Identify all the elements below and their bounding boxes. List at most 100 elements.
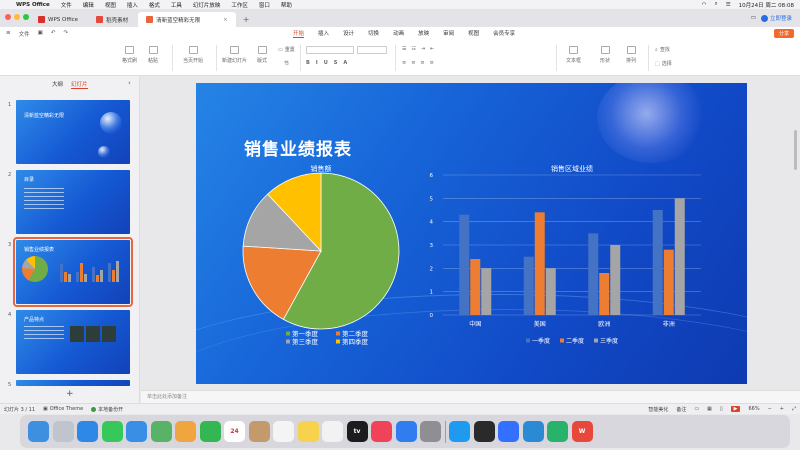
ribbon-tab-transition[interactable]: 切换 [368,29,379,38]
close-window-icon[interactable] [5,14,11,20]
dock-reminders-icon[interactable] [273,421,294,442]
dock-safari-icon[interactable] [77,421,98,442]
share-button[interactable]: 分享 [773,29,794,38]
ribbon-tab-design[interactable]: 设计 [343,29,354,38]
zoom-level[interactable]: 66% [748,406,759,412]
dock-maps-icon[interactable] [150,421,172,442]
indent-icon[interactable]: ⇥ [421,46,425,52]
window-layout-icon[interactable]: ▭ [751,15,756,21]
format-painter-button[interactable]: 格式刷 [122,46,137,64]
menu-workspace[interactable]: 工作区 [231,1,248,9]
new-slide-button[interactable]: 新建幻灯片 [222,46,247,64]
bold-icon[interactable]: B [306,60,310,66]
menu-view[interactable]: 视图 [105,1,116,9]
theme-indicator[interactable]: ▣ Office Theme [43,406,83,412]
hamburger-icon[interactable]: ≡ [6,30,11,38]
smart-beautify-button[interactable]: 智能美化 [648,406,668,413]
charts-svg[interactable]: 销售额第一季度 第二季度第三季度 第四季度 销售区域业绩 0 1 2 3 4 5 6 中国 美国 欧洲 非洲… [196,83,747,384]
menu-app[interactable]: WPS Office [16,2,50,8]
reading-view-icon[interactable]: ▯ [720,406,723,412]
current-slide[interactable]: 销售业绩报表 销售额 第一季度 第二季度 第三季度 第四季度 销售区域业绩 0 1 2 3 4 5 6 中… [196,83,747,384]
find-button[interactable]: ⌕ 查找 [655,46,670,54]
ribbon-tab-home[interactable]: 开始 [293,29,305,38]
dock-feishu-icon[interactable] [498,421,519,442]
dock-appstore-icon[interactable] [395,421,417,442]
justify-icon[interactable]: ≡ [430,60,434,66]
font-family-select[interactable] [306,46,354,54]
tab-docer[interactable]: 稻壳素材 [88,12,136,27]
zoom-out-icon[interactable]: − [768,406,772,412]
backup-indicator[interactable]: 本地备份开 [91,406,123,413]
paste-button[interactable]: 粘贴 [148,46,158,64]
new-tab-button[interactable]: + [238,12,255,27]
strike-icon[interactable]: S [334,60,338,66]
ribbon-tab-review[interactable]: 审阅 [443,29,454,38]
section-button[interactable]: 节 [284,60,289,67]
sorter-view-icon[interactable]: ▦ [707,406,712,412]
zoom-window-icon[interactable] [23,14,29,20]
redo-icon[interactable]: ↷ [63,30,68,38]
menu-format[interactable]: 格式 [149,1,160,9]
dock-messages-icon[interactable] [101,421,123,442]
undo-icon[interactable]: ↶ [51,30,56,38]
numbered-list-icon[interactable]: ☷ [411,46,415,52]
menu-help[interactable]: 帮助 [281,1,292,9]
play-slideshow-icon[interactable]: ▶ [730,406,741,412]
dock-terminal-icon[interactable] [473,421,495,442]
shape-button[interactable]: 形状 [600,46,610,64]
vertical-scrollbar[interactable] [794,130,797,170]
tab-presentation[interactable]: 清新蓝空精彩无限 × [138,12,236,27]
play-from-current-button[interactable]: 当页开始 [183,46,203,64]
ribbon-tab-view[interactable]: 视图 [468,29,479,38]
arrange-button[interactable]: 排列 [626,46,636,64]
menu-window[interactable]: 窗口 [259,1,270,9]
dock-music-icon[interactable] [371,421,392,442]
dock-wps-icon[interactable]: W [571,421,593,442]
menu-tools[interactable]: 工具 [171,1,182,9]
ribbon-tab-member[interactable]: 会员专享 [493,29,515,38]
ribbon-tab-slideshow[interactable]: 放映 [418,29,429,38]
ribbon-tab-animation[interactable]: 动画 [393,29,404,38]
save-icon[interactable]: ▣ [38,30,43,38]
tab-slides[interactable]: 幻灯片 [71,80,88,89]
control-center-icon[interactable]: ☰ [726,2,731,8]
bullet-list-icon[interactable]: ☰ [402,46,406,52]
align-center-icon[interactable]: ≡ [411,60,415,66]
menu-slideshow[interactable]: 幻灯片放映 [193,1,221,9]
menu-file[interactable]: 文件 [61,1,72,9]
normal-view-icon[interactable]: ▭ [694,406,699,412]
notes-toggle-button[interactable]: 备注 [676,406,686,413]
font-color-icon[interactable]: A [343,60,347,66]
dock-facetime-icon[interactable] [199,421,221,442]
slide-thumbnail-3[interactable]: 销售业绩报表 [13,237,133,307]
dock-appletv-icon[interactable]: tv [346,421,368,442]
dock-photos-icon[interactable] [175,421,196,442]
tab-wps-home[interactable]: WPS Office [30,12,86,27]
dock-calendar-icon[interactable]: 24 [224,421,245,442]
minimize-window-icon[interactable] [14,14,20,20]
font-size-select[interactable] [357,46,387,54]
file-menu-button[interactable]: 文件 [19,30,30,38]
reset-button[interactable]: ▭ 重置 [278,46,295,54]
dock-freeform-icon[interactable] [322,421,343,442]
layout-button[interactable]: 版式 [257,46,267,64]
collapse-sidebar-icon[interactable]: ‹ [128,79,131,87]
dock-notes-icon[interactable] [297,421,319,442]
fit-window-icon[interactable]: ⤢ [792,406,796,412]
dock-finder-icon[interactable] [28,421,49,442]
slide-thumbnail-4[interactable]: 产品特点 [16,310,130,374]
tab-outline[interactable]: 大纲 [52,80,63,89]
menu-insert[interactable]: 插入 [127,1,138,9]
dock-contacts-icon[interactable] [248,421,270,442]
slide-thumbnail-1[interactable]: 清新蓝空精彩无限 [16,100,130,164]
underline-icon[interactable]: U [324,60,328,66]
textbox-button[interactable]: 文本框 [566,46,581,64]
zoom-in-icon[interactable]: + [780,406,784,412]
dock-settings-icon[interactable] [420,421,441,442]
dock-mail-icon[interactable] [126,421,147,442]
slide-thumbnail-5[interactable] [16,380,130,386]
menubar-datetime[interactable]: 10月24日 周二 08:08 [739,1,794,9]
menu-edit[interactable]: 编辑 [83,1,94,9]
slide-thumbnail-2[interactable]: 目录 [16,170,130,234]
dock-infuse-icon[interactable] [547,421,568,442]
